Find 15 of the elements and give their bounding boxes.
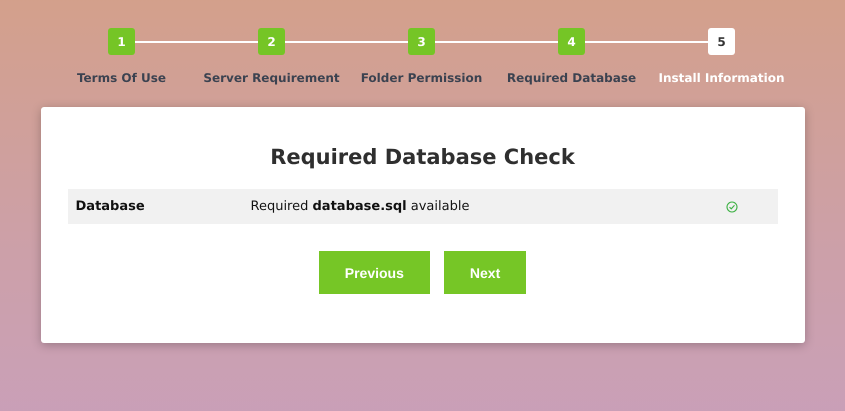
step-number: 2 <box>258 28 285 55</box>
table-cell-text: Database <box>74 199 146 214</box>
table-cell-text: Required database.sql available <box>250 199 470 214</box>
step-label: Required Database <box>506 71 636 85</box>
step-label: Folder Permission <box>360 71 482 85</box>
step-number: 3 <box>408 28 435 55</box>
card-title: Required Database Check <box>270 145 575 169</box>
step-label: Server Requirement <box>203 71 340 85</box>
step-number: 1 <box>108 28 135 55</box>
step-label: Terms Of Use <box>76 71 166 85</box>
next-button[interactable]: Next <box>444 251 526 294</box>
step-number: 5 <box>708 28 735 55</box>
step-number: 4 <box>558 28 585 55</box>
step-label: Install Information <box>658 71 785 85</box>
previous-button[interactable]: Previous <box>318 251 430 294</box>
